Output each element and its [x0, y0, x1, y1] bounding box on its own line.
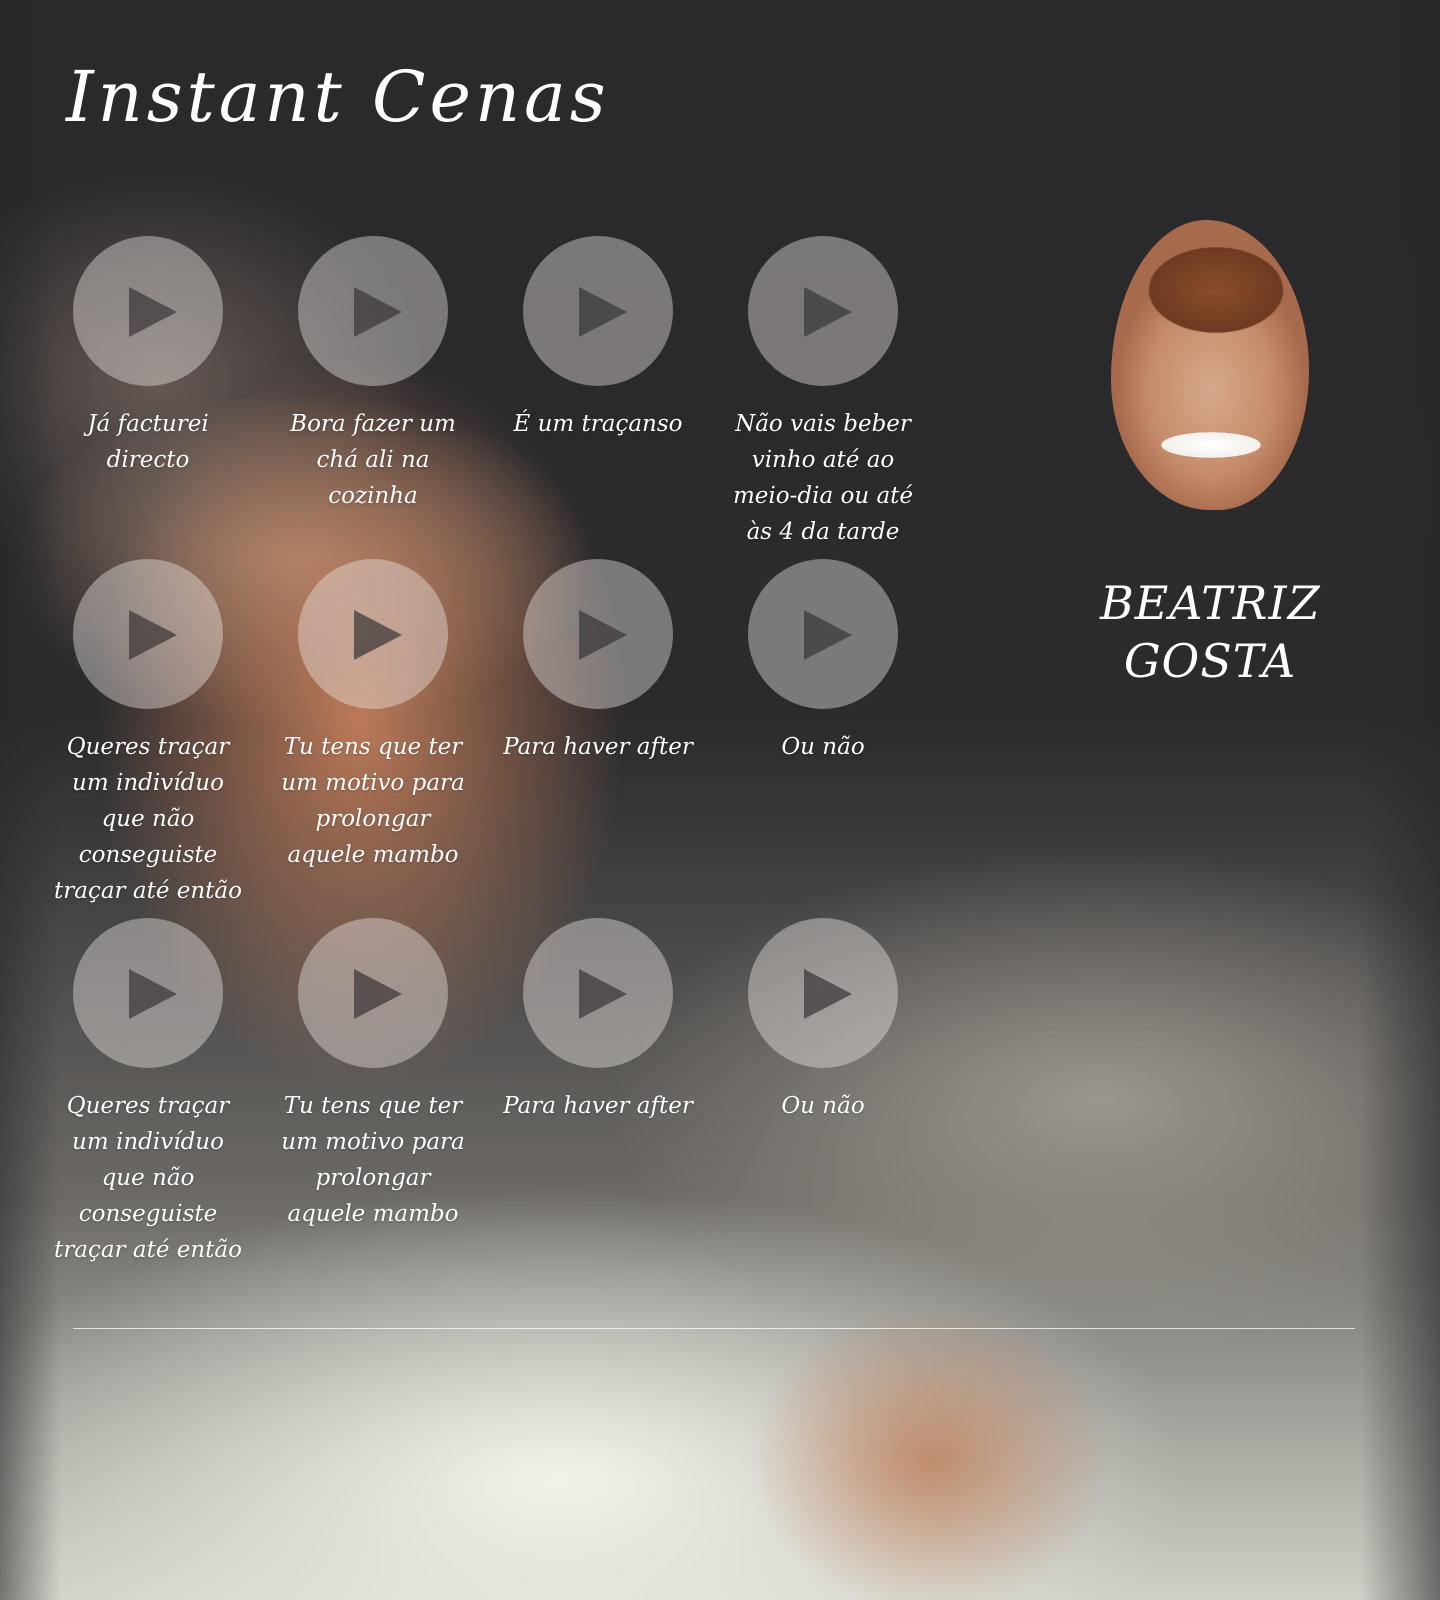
avatar [1111, 220, 1309, 510]
clip-label: Tu tens que ter um motivo para prolongar… [281, 734, 465, 868]
play-button[interactable] [298, 559, 448, 709]
play-button[interactable] [298, 918, 448, 1068]
play-button[interactable] [73, 559, 223, 709]
play-icon [129, 610, 177, 660]
clip-item: Não vais beber vinho até ao meio-dia ou … [725, 236, 921, 550]
profile-name: BEATRIZ GOSTA [1100, 574, 1320, 690]
clip-label: Queres traçar um indivíduo que não conse… [54, 734, 242, 904]
profile-panel: BEATRIZ GOSTA [1100, 220, 1320, 690]
play-icon [804, 969, 852, 1019]
clip-label: Não vais beber vinho até ao meio-dia ou … [732, 411, 914, 545]
clip-item: Tu tens que ter um motivo para prolongar… [275, 918, 471, 1232]
clip-label: Para haver after [503, 734, 693, 760]
play-button[interactable] [523, 918, 673, 1068]
page-title: Instant Cenas [66, 56, 610, 138]
play-icon [129, 287, 177, 337]
clip-label: Queres traçar um indivíduo que não conse… [54, 1093, 242, 1263]
clip-label: Bora fazer um chá ali na cozinha [290, 411, 456, 509]
clip-item: Já facturei directo [50, 236, 246, 478]
play-icon [579, 287, 627, 337]
clip-item: Queres traçar um indivíduo que não conse… [50, 559, 246, 909]
profile-name-line2: GOSTA [1123, 634, 1297, 688]
clip-item: Para haver after [500, 559, 696, 765]
divider [73, 1328, 1355, 1329]
play-button[interactable] [748, 236, 898, 386]
play-button[interactable] [748, 559, 898, 709]
clip-item: Ou não [725, 918, 921, 1124]
clip-label: Ou não [781, 734, 865, 760]
play-button[interactable] [523, 236, 673, 386]
play-button[interactable] [298, 236, 448, 386]
clip-item: Tu tens que ter um motivo para prolongar… [275, 559, 471, 873]
clip-label: Ou não [781, 1093, 865, 1119]
play-icon [579, 610, 627, 660]
play-icon [579, 969, 627, 1019]
play-icon [804, 287, 852, 337]
profile-name-line1: BEATRIZ [1100, 576, 1321, 630]
play-icon [354, 287, 402, 337]
play-icon [354, 610, 402, 660]
clip-item: Bora fazer um chá ali na cozinha [275, 236, 471, 514]
clip-label: Tu tens que ter um motivo para prolongar… [281, 1093, 465, 1227]
play-button[interactable] [73, 236, 223, 386]
clip-item: Ou não [725, 559, 921, 765]
clip-label: Para haver after [503, 1093, 693, 1119]
clip-item: Queres traçar um indivíduo que não conse… [50, 918, 246, 1268]
play-icon [354, 969, 402, 1019]
play-icon [804, 610, 852, 660]
play-button[interactable] [748, 918, 898, 1068]
clip-label: É um traçanso [513, 411, 683, 437]
play-button[interactable] [523, 559, 673, 709]
play-button[interactable] [73, 918, 223, 1068]
play-icon [129, 969, 177, 1019]
clip-label: Já facturei directo [87, 411, 209, 473]
clip-item: Para haver after [500, 918, 696, 1124]
clip-item: É um traçanso [500, 236, 696, 442]
